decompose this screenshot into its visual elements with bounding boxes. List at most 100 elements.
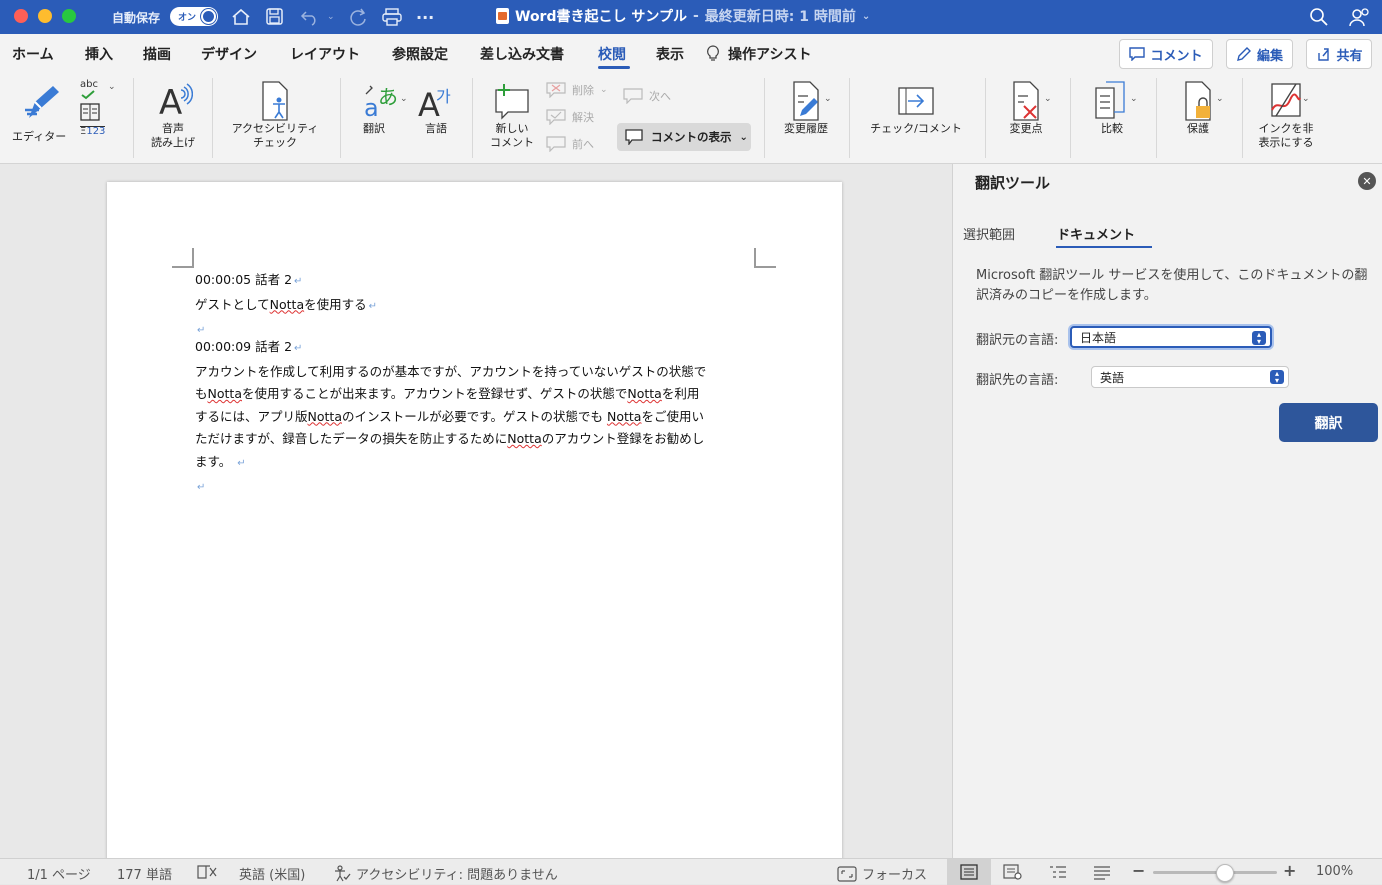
next-comment-button[interactable]: 次へ — [623, 88, 671, 104]
previous-label: 前へ — [572, 138, 594, 151]
tell-me[interactable]: 操作アシスト — [706, 44, 811, 64]
empty-paragraph: ↵ — [197, 482, 206, 493]
markup-pane-icon — [898, 87, 934, 115]
protect-dropdown-icon[interactable]: ⌄ — [1216, 94, 1224, 104]
close-window-button[interactable] — [14, 9, 28, 23]
zoom-slider-thumb[interactable] — [1215, 864, 1234, 882]
draft-view-icon[interactable] — [1093, 864, 1111, 880]
comments-button[interactable]: コメント — [1119, 39, 1213, 69]
accessibility-check-button[interactable]: アクセシビリティ チェック — [224, 80, 326, 150]
to-language-select[interactable]: 英語 ▴ ▾ — [1091, 366, 1289, 388]
transcript-line: ゲストとしてNottaを使用する ↵ — [195, 296, 378, 312]
zoom-out-button[interactable]: − — [1132, 861, 1145, 880]
zoom-slider[interactable] — [1153, 864, 1277, 882]
transcript-line: もNottaを使用することが出来ます。アカウントを登録せず、ゲストの状態でNot… — [195, 386, 700, 401]
tab-design[interactable]: デザイン — [201, 44, 257, 64]
paragraph-speaker-1[interactable]: 00:00:05 話者 2 ↵ ゲストとしてNottaを使用する ↵ ↵ — [195, 269, 760, 343]
undo-dropdown-icon[interactable]: ⌄ — [327, 6, 335, 28]
redo-icon[interactable] — [348, 6, 368, 28]
from-language-select[interactable]: 日本語 ▴ ▾ — [1070, 326, 1272, 348]
autosave-label: 自動保存 — [112, 10, 161, 25]
tab-selection[interactable]: 選択範囲 — [963, 224, 1015, 243]
minimize-window-button[interactable] — [38, 9, 52, 23]
ribbon-divider — [472, 78, 473, 158]
tab-draw[interactable]: 描画 — [143, 44, 171, 64]
undo-icon[interactable] — [300, 6, 320, 28]
document-page[interactable]: 00:00:05 話者 2 ↵ ゲストとしてNottaを使用する ↵ ↵ 00:00… — [107, 182, 842, 862]
changes-button[interactable]: 変更点 — [998, 80, 1054, 136]
search-icon[interactable] — [1309, 6, 1329, 28]
share-button[interactable]: 共有 — [1306, 39, 1372, 69]
svg-text:あ: あ — [378, 85, 398, 109]
tab-view[interactable]: 表示 — [656, 44, 684, 64]
resolve-button[interactable]: 解決 — [546, 109, 594, 125]
more-icon[interactable]: ··· — [416, 6, 434, 28]
hide-ink-button[interactable]: インクを非 表示にする — [1252, 80, 1320, 150]
changes-label: 変更点 — [1009, 122, 1043, 135]
ribbon-divider — [849, 78, 850, 158]
language-icon: A가 — [418, 86, 451, 122]
track-changes-dropdown-icon[interactable]: ⌄ — [824, 94, 832, 104]
word-count[interactable]: 177 単語 — [117, 864, 172, 883]
paragraph-speaker-2[interactable]: 00:00:09 話者 2 ↵ アカウントを作成して利用するのが基本ですが、アカウ… — [195, 336, 760, 500]
pane-title: 翻訳ツール — [975, 174, 1051, 192]
status-bar: 1/1 ページ 177 単語 英語 (米国) アクセシビリティ: 問題ありません… — [0, 858, 1382, 885]
show-comments-icon — [625, 129, 643, 145]
accessibility-status[interactable]: アクセシビリティ: 問題ありません — [333, 864, 558, 883]
proofing-icon[interactable] — [196, 864, 218, 880]
zoom-window-button[interactable] — [62, 9, 76, 23]
transcript-line: するには、アプリ版Nottaのインストールが必要です。ゲストの状態でも Nott… — [195, 408, 704, 424]
editor-button[interactable]: エディター — [10, 80, 76, 143]
focus-mode[interactable]: フォーカス — [837, 864, 927, 883]
title-chevron-icon[interactable]: ⌄ — [862, 11, 870, 22]
translate-button[interactable]: 翻訳 — [1279, 403, 1378, 442]
print-layout-view-button[interactable] — [947, 859, 991, 885]
thesaurus-icon — [80, 103, 100, 121]
people-icon[interactable] — [1349, 6, 1371, 28]
tab-home[interactable]: ホーム — [12, 44, 54, 64]
ribbon-divider — [212, 78, 213, 158]
compare-button[interactable]: 比較 — [1084, 80, 1140, 136]
compare-dropdown-icon[interactable]: ⌄ — [1130, 94, 1138, 104]
language-status[interactable]: 英語 (米国) — [239, 864, 305, 883]
changes-dropdown-icon[interactable]: ⌄ — [1044, 94, 1052, 104]
tab-insert[interactable]: 挿入 — [85, 44, 113, 64]
spelling-dropdown-icon[interactable]: ⌄ — [108, 82, 116, 92]
outline-view-icon[interactable] — [1049, 864, 1067, 880]
page-count[interactable]: 1/1 ページ — [27, 864, 91, 883]
comments-label: コメント — [1150, 48, 1203, 64]
home-icon[interactable] — [231, 6, 251, 28]
translate-dropdown-icon[interactable]: ⌄ — [400, 94, 408, 104]
compare-label: 比較 — [1101, 122, 1123, 135]
hide-ink-dropdown-icon[interactable]: ⌄ — [1302, 94, 1310, 104]
web-layout-icon[interactable] — [1003, 864, 1023, 880]
title-bar: 自動保存 オン ⌄ ··· Word書き起こし サンプル - 最終更新日時: 1… — [0, 0, 1382, 34]
delete-comment-button[interactable]: 削除 ⌄ — [546, 82, 608, 98]
check-comments-button[interactable]: チェック/コメント — [861, 80, 971, 136]
tab-document[interactable]: ドキュメント — [1057, 224, 1135, 243]
close-pane-button[interactable]: ✕ — [1358, 172, 1376, 190]
previous-comment-button[interactable]: 前へ — [546, 136, 594, 152]
ink-icon — [1271, 83, 1301, 117]
edit-button[interactable]: 編集 — [1226, 39, 1293, 69]
new-comment-button[interactable]: 新しい コメント — [484, 80, 540, 150]
a11y-label-1: アクセシビリティ — [231, 122, 319, 135]
zoom-in-button[interactable]: + — [1283, 861, 1296, 880]
changes-icon — [1013, 81, 1039, 121]
read-aloud-button[interactable]: A 音声 読み上げ — [145, 80, 201, 150]
tab-review[interactable]: 校閲 — [598, 44, 626, 64]
tab-mailings[interactable]: 差し込み文書 — [480, 44, 564, 64]
print-icon[interactable] — [381, 6, 403, 28]
save-icon[interactable] — [265, 6, 285, 28]
ribbon-review: エディター abc Ξ 123 ⌄ A 音声 読み上げ アクセシビリティ チェック… — [0, 72, 1382, 164]
autosave-toggle[interactable]: オン — [170, 7, 218, 26]
edit-label: 編集 — [1256, 48, 1283, 64]
protect-button[interactable]: 保護 — [1170, 80, 1226, 136]
tab-references[interactable]: 参照設定 — [392, 44, 448, 64]
language-button[interactable]: A가 言語 — [414, 80, 458, 136]
track-changes-button[interactable]: 変更履歴 — [776, 80, 836, 136]
translate-ribbon-button[interactable]: aあ 翻訳 — [354, 80, 410, 136]
zoom-level[interactable]: 100% — [1316, 864, 1353, 879]
tab-layout[interactable]: レイアウト — [290, 44, 360, 64]
show-comments-button[interactable]: コメントの表示 ⌄ — [617, 123, 751, 151]
